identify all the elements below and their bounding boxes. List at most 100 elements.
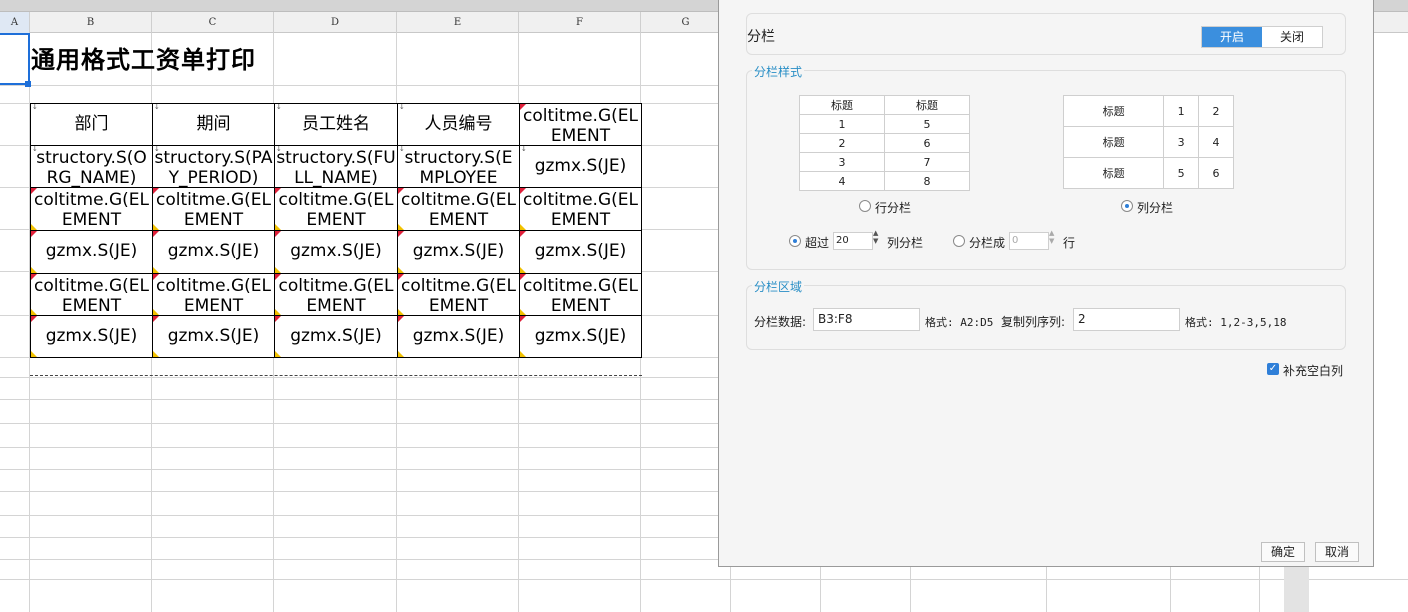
split-area-label: 分栏区域 bbox=[752, 278, 805, 295]
template-cell-text: coltitme.G(ELEMENT bbox=[401, 276, 516, 316]
template-cell[interactable]: 部门 ↓ bbox=[30, 103, 153, 146]
split-style-group: 分栏样式 标题 标题 15 26 37 48 标题 1 2 标题 3 4 标题 5 6 行分栏… bbox=[746, 63, 1346, 270]
template-cell-text: coltitme.G(ELEMENT bbox=[523, 276, 638, 316]
row-split-preview: 标题 标题 15 26 37 48 bbox=[799, 95, 970, 191]
exceed-radio[interactable] bbox=[789, 235, 801, 247]
template-cell-text: gzmx.S(JE) bbox=[45, 241, 138, 261]
template-cell[interactable]: structory.S(EMPLOYEE ↓ bbox=[397, 145, 520, 188]
template-cell[interactable]: gzmx.S(JE) bbox=[30, 230, 153, 274]
split-toggle[interactable]: 开启 关闭 bbox=[1201, 26, 1323, 48]
split-area-group: 分栏区域 分栏数据: B3:F8 格式: A2:D5 复制列序列: 2 格式: … bbox=[746, 278, 1346, 350]
cell-marker-icon bbox=[398, 274, 404, 280]
template-cell-text: 部门 bbox=[74, 114, 109, 134]
template-cell[interactable]: coltitme.G(ELEMENT bbox=[152, 187, 275, 231]
cancel-button[interactable]: 取消 bbox=[1315, 542, 1359, 562]
template-cell[interactable]: 人员编号 ↓ bbox=[397, 103, 520, 146]
template-cell-text: coltitme.G(ELEMENT bbox=[156, 190, 271, 230]
template-cell[interactable]: coltitme.G(ELEMENT bbox=[519, 187, 642, 231]
cell-corner-icon bbox=[520, 351, 526, 357]
cell-marker-icon bbox=[31, 188, 37, 194]
template-cell[interactable]: gzmx.S(JE) bbox=[274, 230, 398, 274]
cell-marker-icon bbox=[520, 188, 526, 194]
template-cell[interactable]: coltitme.G(ELEMENT bbox=[274, 187, 398, 231]
split-into-spinner-icon[interactable]: ▲ ▼ bbox=[1049, 229, 1054, 245]
selected-cell-a2[interactable] bbox=[0, 33, 30, 85]
template-cell[interactable]: coltitme.G(ELEMENT bbox=[30, 187, 153, 231]
template-cell[interactable]: coltitme.G(ELEMENT bbox=[519, 103, 642, 146]
template-cell[interactable]: coltitme.G(ELEMENT bbox=[397, 273, 520, 316]
template-cell-text: coltitme.G(ELEMENT bbox=[523, 106, 638, 146]
split-data-input[interactable]: B3:F8 bbox=[813, 308, 920, 331]
template-cell-text: gzmx.S(JE) bbox=[534, 241, 627, 261]
template-cell[interactable]: coltitme.G(ELEMENT bbox=[397, 187, 520, 231]
template-cell[interactable]: structory.S(PAY_PERIOD) ↓ bbox=[152, 145, 275, 188]
col-header-c[interactable]: C bbox=[152, 12, 274, 33]
template-cell[interactable]: gzmx.S(JE) bbox=[519, 315, 642, 358]
template-cell[interactable]: 期间 ↓ bbox=[152, 103, 275, 146]
template-cell[interactable]: gzmx.S(JE) bbox=[274, 315, 398, 358]
cell-marker-icon bbox=[31, 316, 37, 322]
cell-marker-icon bbox=[275, 274, 281, 280]
toggle-on-option[interactable]: 开启 bbox=[1202, 27, 1262, 47]
template-cell-text: structory.S(EMPLOYEE bbox=[404, 148, 513, 188]
template-cell[interactable]: coltitme.G(ELEMENT bbox=[274, 273, 398, 316]
template-cell-text: structory.S(ORG_NAME) bbox=[36, 148, 147, 188]
template-cell[interactable]: gzmx.S(JE) bbox=[397, 230, 520, 274]
template-cell[interactable]: gzmx.S(JE) bbox=[397, 315, 520, 358]
cell-marker-icon bbox=[153, 188, 159, 194]
template-cell[interactable]: gzmx.S(JE) bbox=[152, 315, 275, 358]
toggle-off-option[interactable]: 关闭 bbox=[1262, 27, 1322, 47]
template-cell-text: gzmx.S(JE) bbox=[412, 326, 505, 346]
ok-button[interactable]: 确定 bbox=[1261, 542, 1305, 562]
expand-down-icon: ↓ bbox=[154, 145, 160, 153]
fill-blank-label: 补充空白列 bbox=[1283, 364, 1344, 378]
cell-marker-icon bbox=[275, 188, 281, 194]
template-cell[interactable]: structory.S(FULL_NAME) ↓ bbox=[274, 145, 398, 188]
split-into-radio[interactable] bbox=[953, 235, 965, 247]
column-split-dialog: 分栏 开启 关闭 分栏样式 标题 标题 15 26 37 48 标题 1 2 标题 3 4… bbox=[718, 0, 1374, 567]
template-cell[interactable]: structory.S(ORG_NAME) ↓ bbox=[30, 145, 153, 188]
copy-columns-input[interactable]: 2 bbox=[1073, 308, 1180, 331]
sheet-title[interactable]: 通用格式工资单打印 bbox=[31, 40, 256, 75]
template-cell[interactable]: gzmx.S(JE) bbox=[519, 230, 642, 274]
split-into-count-input[interactable]: 0 bbox=[1009, 232, 1049, 250]
cell-marker-icon bbox=[31, 231, 37, 237]
template-cell-text: 员工姓名 bbox=[302, 114, 370, 134]
exceed-spinner-icon[interactable]: ▲ ▼ bbox=[873, 229, 878, 245]
template-cell[interactable]: 员工姓名 ↓ bbox=[274, 103, 398, 146]
template-cell-text: coltitme.G(ELEMENT bbox=[34, 276, 149, 316]
cell-marker-icon bbox=[398, 188, 404, 194]
expand-down-icon: ↓ bbox=[154, 103, 160, 111]
cell-marker-icon bbox=[153, 274, 159, 280]
cell-corner-icon bbox=[275, 351, 281, 357]
split-into-suffix: 行 bbox=[1063, 236, 1076, 250]
template-cell-text: structory.S(FULL_NAME) bbox=[276, 148, 396, 188]
template-cell-text: coltitme.G(ELEMENT bbox=[278, 190, 394, 230]
col-split-radio[interactable] bbox=[1121, 200, 1133, 212]
exceed-count-input[interactable]: 20 bbox=[833, 232, 873, 250]
col-header-b[interactable]: B bbox=[30, 12, 152, 33]
col-header-e[interactable]: E bbox=[397, 12, 519, 33]
template-cell-text: gzmx.S(JE) bbox=[412, 241, 505, 261]
col-header-a[interactable]: A bbox=[0, 12, 30, 33]
template-cell[interactable]: gzmx.S(JE) bbox=[152, 230, 275, 274]
row-split-radio[interactable] bbox=[859, 200, 871, 212]
template-cell[interactable]: coltitme.G(ELEMENT bbox=[152, 273, 275, 316]
expand-down-icon: ↓ bbox=[32, 103, 38, 111]
template-cell[interactable]: gzmx.S(JE) ↓ bbox=[519, 145, 642, 188]
template-cell-text: gzmx.S(JE) bbox=[290, 241, 382, 261]
template-cell-text: gzmx.S(JE) bbox=[534, 326, 627, 346]
exceed-suffix: 列分栏 bbox=[887, 236, 924, 250]
split-data-label: 分栏数据: bbox=[754, 315, 807, 329]
template-cell[interactable]: coltitme.G(ELEMENT bbox=[30, 273, 153, 316]
fill-handle[interactable] bbox=[25, 81, 31, 87]
split-data-format-hint: 格式: A2:D5 bbox=[925, 316, 994, 329]
fill-blank-checkbox[interactable]: ✓ bbox=[1267, 363, 1279, 375]
template-cell[interactable]: coltitme.G(ELEMENT bbox=[519, 273, 642, 316]
cell-marker-icon bbox=[275, 316, 281, 322]
col-header-f[interactable]: F bbox=[519, 12, 641, 33]
template-cell[interactable]: gzmx.S(JE) bbox=[30, 315, 153, 358]
template-cell-text: coltitme.G(ELEMENT bbox=[278, 276, 394, 316]
expand-down-icon: ↓ bbox=[276, 145, 282, 153]
col-header-d[interactable]: D bbox=[274, 12, 397, 33]
